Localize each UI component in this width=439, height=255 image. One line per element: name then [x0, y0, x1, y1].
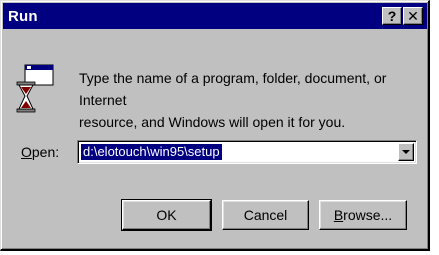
run-program-icon: [16, 64, 54, 113]
run-dialog: Run ? ✕ Type the name of a program, fold…: [0, 0, 430, 251]
cancel-button[interactable]: Cancel: [222, 200, 309, 230]
help-icon: ?: [387, 8, 397, 24]
open-combobox[interactable]: d:\elotouch\win95\setup: [77, 140, 417, 164]
open-label: Open:: [21, 144, 59, 160]
cancel-button-label: Cancel: [243, 207, 288, 223]
description-line-2: resource, and Windows will open it for y…: [79, 114, 346, 130]
open-input-value[interactable]: d:\elotouch\win95\setup: [81, 144, 222, 160]
help-button[interactable]: ?: [382, 7, 402, 25]
dialog-description: Type the name of a program, folder, docu…: [79, 67, 429, 133]
description-line-1: Type the name of a program, folder, docu…: [79, 70, 387, 108]
browse-button-label: Browse...: [334, 207, 392, 223]
title-bar[interactable]: Run ? ✕: [3, 3, 427, 29]
browse-label-text: rowse...: [343, 207, 393, 223]
ok-button-label: OK: [156, 207, 177, 223]
open-label-text: pen:: [31, 144, 60, 160]
ok-button[interactable]: OK: [121, 199, 212, 231]
close-button[interactable]: ✕: [403, 7, 423, 25]
browse-button[interactable]: Browse...: [319, 200, 407, 230]
window-title: Run: [8, 7, 38, 25]
close-icon: ✕: [407, 8, 419, 24]
open-label-accelerator: O: [21, 144, 32, 160]
browse-accelerator: B: [333, 207, 344, 223]
dropdown-arrow-icon[interactable]: [398, 143, 414, 161]
